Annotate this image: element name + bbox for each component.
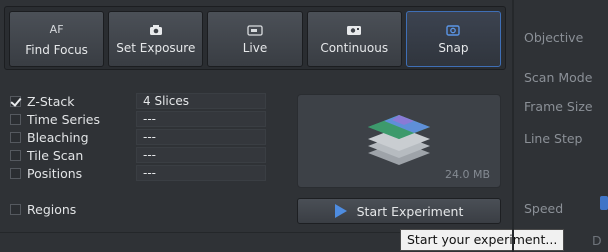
cutoff-label: D <box>592 233 602 248</box>
option-tile-scan[interactable]: Tile Scan --- <box>10 146 266 164</box>
option-z-stack[interactable]: Z-Stack 4 Slices <box>10 92 266 110</box>
positions-checkbox[interactable] <box>10 167 21 179</box>
panel-divider <box>512 0 514 252</box>
bleaching-value: --- <box>136 129 266 145</box>
find-focus-button[interactable]: AF Find Focus <box>9 11 105 67</box>
option-regions[interactable]: Regions <box>10 200 127 218</box>
live-button[interactable]: Live <box>207 11 303 67</box>
af-label: AF <box>49 23 64 36</box>
positions-value: --- <box>136 165 266 181</box>
live-camera-icon <box>246 23 264 37</box>
separator <box>0 232 400 233</box>
option-positions[interactable]: Positions --- <box>10 164 266 182</box>
continuous-label: Continuous <box>320 41 389 55</box>
experiment-panel: AF Find Focus Set Exposure Live Continuo… <box>0 0 608 252</box>
camera-icon <box>147 23 165 37</box>
speed-label: Speed <box>524 201 564 216</box>
start-experiment-button[interactable]: Start Experiment <box>297 198 501 224</box>
line-step-label: Line Step <box>524 131 583 146</box>
time-series-checkbox[interactable] <box>10 113 21 125</box>
experiment-preview: 24.0 MB <box>297 94 501 188</box>
set-exposure-button[interactable]: Set Exposure <box>108 11 204 67</box>
z-stack-checkbox[interactable] <box>10 95 21 107</box>
time-series-value: --- <box>136 111 266 127</box>
z-stack-value: 4 Slices <box>136 93 266 109</box>
continuous-camera-icon <box>345 23 363 37</box>
tile-scan-value: --- <box>136 147 266 163</box>
set-exposure-label: Set Exposure <box>116 41 196 55</box>
objective-label: Objective <box>524 30 584 45</box>
z-stack-label: Z-Stack <box>27 93 75 109</box>
option-bleaching[interactable]: Bleaching --- <box>10 128 266 146</box>
speed-slider-handle[interactable] <box>600 196 608 210</box>
tile-scan-label: Tile Scan <box>27 147 84 163</box>
find-focus-label: Find Focus <box>25 43 88 57</box>
tile-scan-checkbox[interactable] <box>10 149 21 161</box>
z-stack-icon <box>368 115 430 165</box>
acquisition-toolbar: AF Find Focus Set Exposure Live Continuo… <box>4 6 506 70</box>
regions-checkbox[interactable] <box>10 203 21 215</box>
bleaching-label: Bleaching <box>27 129 89 145</box>
continuous-button[interactable]: Continuous <box>306 11 402 67</box>
live-label: Live <box>242 41 268 55</box>
snap-button[interactable]: Snap <box>405 11 502 67</box>
regions-label: Regions <box>27 201 77 217</box>
start-experiment-label: Start Experiment <box>356 203 464 219</box>
option-time-series[interactable]: Time Series --- <box>10 110 266 128</box>
scan-mode-label: Scan Mode <box>524 70 593 85</box>
frame-size-label: Frame Size <box>524 99 593 114</box>
time-series-label: Time Series <box>27 111 101 127</box>
snap-camera-icon <box>444 23 462 37</box>
bleaching-checkbox[interactable] <box>10 131 21 143</box>
play-icon <box>334 204 347 218</box>
positions-label: Positions <box>27 165 83 181</box>
start-tooltip: Start your experiment... <box>400 229 565 251</box>
snap-label: Snap <box>438 41 469 55</box>
experiment-size: 24.0 MB <box>444 168 490 181</box>
